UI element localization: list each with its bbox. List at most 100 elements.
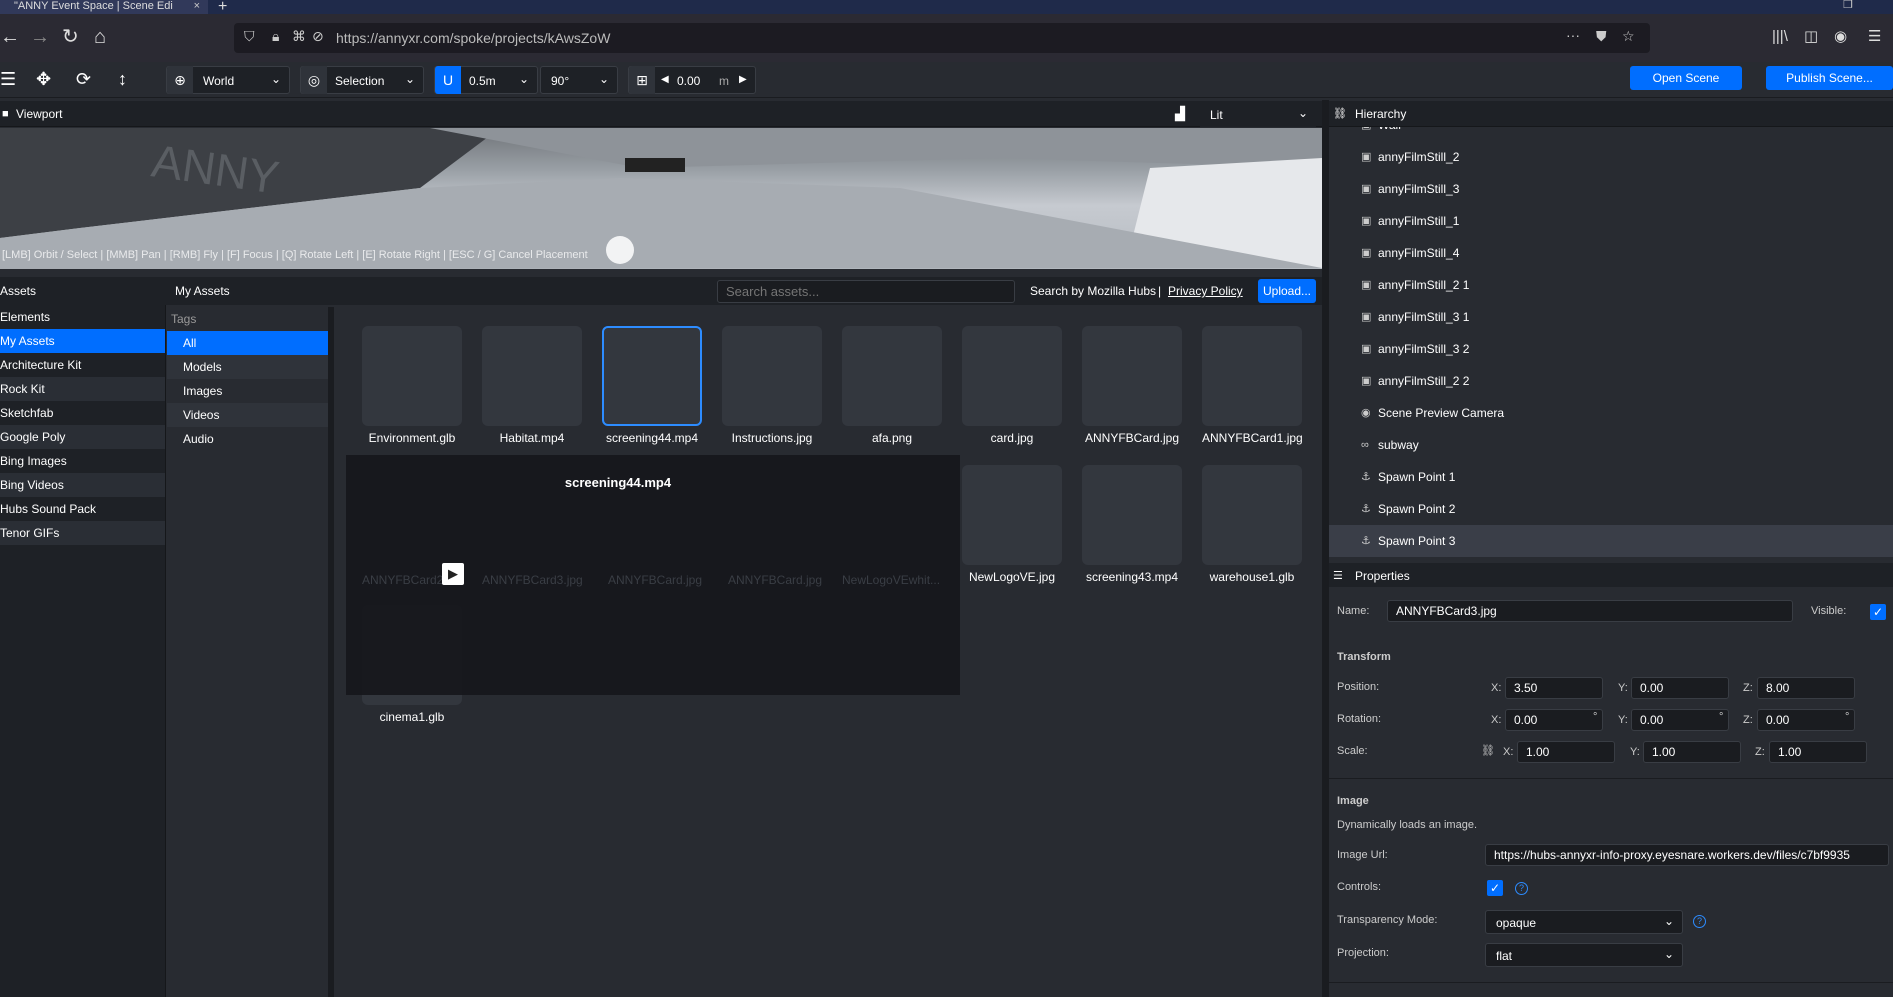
- asset-item[interactable]: screening43.mp4: [1082, 465, 1182, 584]
- grid-decrease-icon[interactable]: ◀: [661, 74, 669, 85]
- controls-checkbox[interactable]: ✓: [1487, 880, 1503, 896]
- source-item-architecture-kit[interactable]: Architecture Kit: [0, 353, 165, 377]
- asset-thumbnail[interactable]: [962, 465, 1062, 565]
- asset-thumbnail[interactable]: [1082, 465, 1182, 565]
- hierarchy-item[interactable]: ∞ subway: [1329, 429, 1893, 461]
- position-x-input[interactable]: 3.50: [1505, 677, 1603, 699]
- hierarchy-item[interactable]: ▣ annyFilmStill_3 2: [1329, 333, 1893, 365]
- hierarchy-item[interactable]: ▣ annyFilmStill_1: [1329, 205, 1893, 237]
- controls-help-icon[interactable]: ?: [1515, 882, 1528, 895]
- library-icon[interactable]: |||\: [1772, 26, 1788, 48]
- asset-item[interactable]: Instructions.jpg: [722, 326, 822, 445]
- tab-close-icon[interactable]: ×: [194, 0, 200, 12]
- permissions-icon[interactable]: ⊘: [312, 28, 324, 45]
- rotation-y-input[interactable]: 0.00: [1631, 709, 1729, 731]
- bookmark-star-icon[interactable]: ☆: [1622, 28, 1635, 45]
- grid-control[interactable]: ⊞ ◀ 0.00 m ▶: [628, 66, 756, 94]
- transform-space-select[interactable]: ⊕ World ⌄: [166, 66, 290, 94]
- scale-tool-icon[interactable]: ↕: [118, 69, 127, 90]
- hierarchy-item[interactable]: ▣ annyFilmStill_2 1: [1329, 269, 1893, 301]
- source-item-rock-kit[interactable]: Rock Kit: [0, 377, 165, 401]
- tag-videos[interactable]: Videos: [167, 403, 328, 427]
- source-item-elements[interactable]: Elements: [0, 305, 165, 329]
- scale-z-input[interactable]: 1.00: [1769, 741, 1867, 763]
- asset-item[interactable]: afa.png: [842, 326, 942, 445]
- reload-icon[interactable]: ↻: [62, 26, 79, 48]
- source-item-tenor-gifs[interactable]: Tenor GIFs: [0, 521, 165, 545]
- home-icon[interactable]: ⌂: [94, 26, 106, 48]
- hierarchy-item[interactable]: ▣ annyFilmStill_4: [1329, 237, 1893, 269]
- tag-images[interactable]: Images: [167, 379, 328, 403]
- asset-thumbnail[interactable]: [962, 326, 1062, 426]
- hierarchy-item[interactable]: ◉ Scene Preview Camera: [1329, 397, 1893, 429]
- position-y-input[interactable]: 0.00: [1631, 677, 1729, 699]
- window-restore-icon[interactable]: ❐: [1843, 0, 1853, 11]
- grid-icon[interactable]: ⊞: [629, 66, 655, 94]
- asset-item[interactable]: ANNYFBCard1.jpg: [1202, 326, 1303, 445]
- forward-icon[interactable]: →: [30, 26, 50, 48]
- source-item-hubs-sound-pack[interactable]: Hubs Sound Pack: [0, 497, 165, 521]
- scene-viewport[interactable]: ANNY [LMB] Orbit / Select | [MMB] Pan | …: [0, 128, 1322, 269]
- hierarchy-item[interactable]: ▣ Wall: [1329, 127, 1893, 141]
- snap-select[interactable]: U 0.5m ⌄: [434, 66, 538, 94]
- hierarchy-item[interactable]: ▣ annyFilmStill_3: [1329, 173, 1893, 205]
- translate-tool-icon[interactable]: ✥: [36, 69, 51, 90]
- search-assets-input[interactable]: [717, 280, 1015, 303]
- asset-item[interactable]: Habitat.mp4: [482, 326, 582, 445]
- asset-thumbnail[interactable]: [722, 326, 822, 426]
- browser-tab[interactable]: "ANNY Event Space | Scene Edi ×: [0, 0, 208, 14]
- menu-icon[interactable]: ☰: [1868, 26, 1881, 48]
- open-scene-button[interactable]: Open Scene: [1630, 66, 1742, 90]
- source-item-my-assets[interactable]: My Assets: [0, 329, 165, 353]
- pocket-icon[interactable]: ⛊: [1596, 28, 1607, 45]
- sidebar-icon[interactable]: ◫: [1804, 26, 1818, 48]
- position-z-input[interactable]: 8.00: [1757, 677, 1855, 699]
- source-item-bing-images[interactable]: Bing Images: [0, 449, 165, 473]
- asset-item[interactable]: Environment.glb: [362, 326, 462, 445]
- source-item-bing-videos[interactable]: Bing Videos: [0, 473, 165, 497]
- url-bar[interactable]: ⛉ 🔒︎ ⌘ ⊘ https://annyxr.com/spoke/projec…: [234, 23, 1650, 53]
- asset-item[interactable]: ANNYFBCard.jpg: [1082, 326, 1182, 445]
- asset-item[interactable]: NewLogoVE.jpg: [962, 465, 1062, 584]
- asset-thumbnail[interactable]: [842, 326, 942, 426]
- hierarchy-item[interactable]: ▣ annyFilmStill_2: [1329, 141, 1893, 173]
- panel-splitter[interactable]: [1322, 100, 1329, 997]
- editor-menu-icon[interactable]: ☰: [0, 69, 16, 90]
- hierarchy-item[interactable]: ⚓ Spawn Point 2: [1329, 493, 1893, 525]
- asset-thumbnail[interactable]: [362, 326, 462, 426]
- visible-checkbox[interactable]: ✓: [1870, 604, 1886, 620]
- render-mode-select[interactable]: Lit ⌄: [1200, 101, 1316, 127]
- transparency-select[interactable]: opaque ⌄: [1485, 910, 1683, 934]
- url-text[interactable]: https://annyxr.com/spoke/projects/kAwsZo…: [336, 30, 610, 46]
- privacy-policy-link[interactable]: Privacy Policy: [1168, 284, 1243, 298]
- scale-x-input[interactable]: 1.00: [1517, 741, 1615, 763]
- more-icon[interactable]: ···: [1566, 27, 1580, 43]
- transparency-help-icon[interactable]: ?: [1693, 915, 1706, 928]
- tag-audio[interactable]: Audio: [167, 427, 328, 451]
- shield-icon[interactable]: ⛉: [244, 28, 255, 45]
- hierarchy-item[interactable]: ▣ annyFilmStill_2 2: [1329, 365, 1893, 397]
- asset-item[interactable]: card.jpg: [962, 326, 1062, 445]
- transform-pivot-select[interactable]: ◎ Selection ⌄: [300, 66, 424, 94]
- magnet-icon[interactable]: U: [435, 66, 461, 94]
- grid-increase-icon[interactable]: ▶: [739, 74, 747, 85]
- image-url-input[interactable]: https://hubs-annyxr-info-proxy.eyesnare.…: [1485, 844, 1889, 866]
- grid-value[interactable]: 0.00: [677, 74, 700, 88]
- asset-thumbnail[interactable]: [1202, 326, 1302, 426]
- back-icon[interactable]: ←: [0, 26, 20, 48]
- rotation-x-input[interactable]: 0.00: [1505, 709, 1603, 731]
- asset-thumbnail[interactable]: [1202, 465, 1302, 565]
- stats-icon[interactable]: ▟: [1175, 106, 1185, 122]
- vr-icon[interactable]: ⌘: [292, 28, 306, 45]
- asset-item[interactable]: warehouse1.glb: [1202, 465, 1302, 584]
- name-input[interactable]: ANNYFBCard3.jpg: [1387, 600, 1793, 622]
- asset-item-selected[interactable]: screening44.mp4: [602, 326, 702, 445]
- rotation-snap-select[interactable]: 90° ⌄: [540, 66, 618, 94]
- lock-icon[interactable]: 🔒︎: [272, 28, 279, 45]
- tag-models[interactable]: Models: [167, 355, 328, 379]
- upload-button[interactable]: Upload...: [1258, 279, 1316, 303]
- projection-select[interactable]: flat ⌄: [1485, 943, 1683, 967]
- rotation-z-input[interactable]: 0.00: [1757, 709, 1855, 731]
- hierarchy-item[interactable]: ▣ annyFilmStill_3 1: [1329, 301, 1893, 333]
- source-item-sketchfab[interactable]: Sketchfab: [0, 401, 165, 425]
